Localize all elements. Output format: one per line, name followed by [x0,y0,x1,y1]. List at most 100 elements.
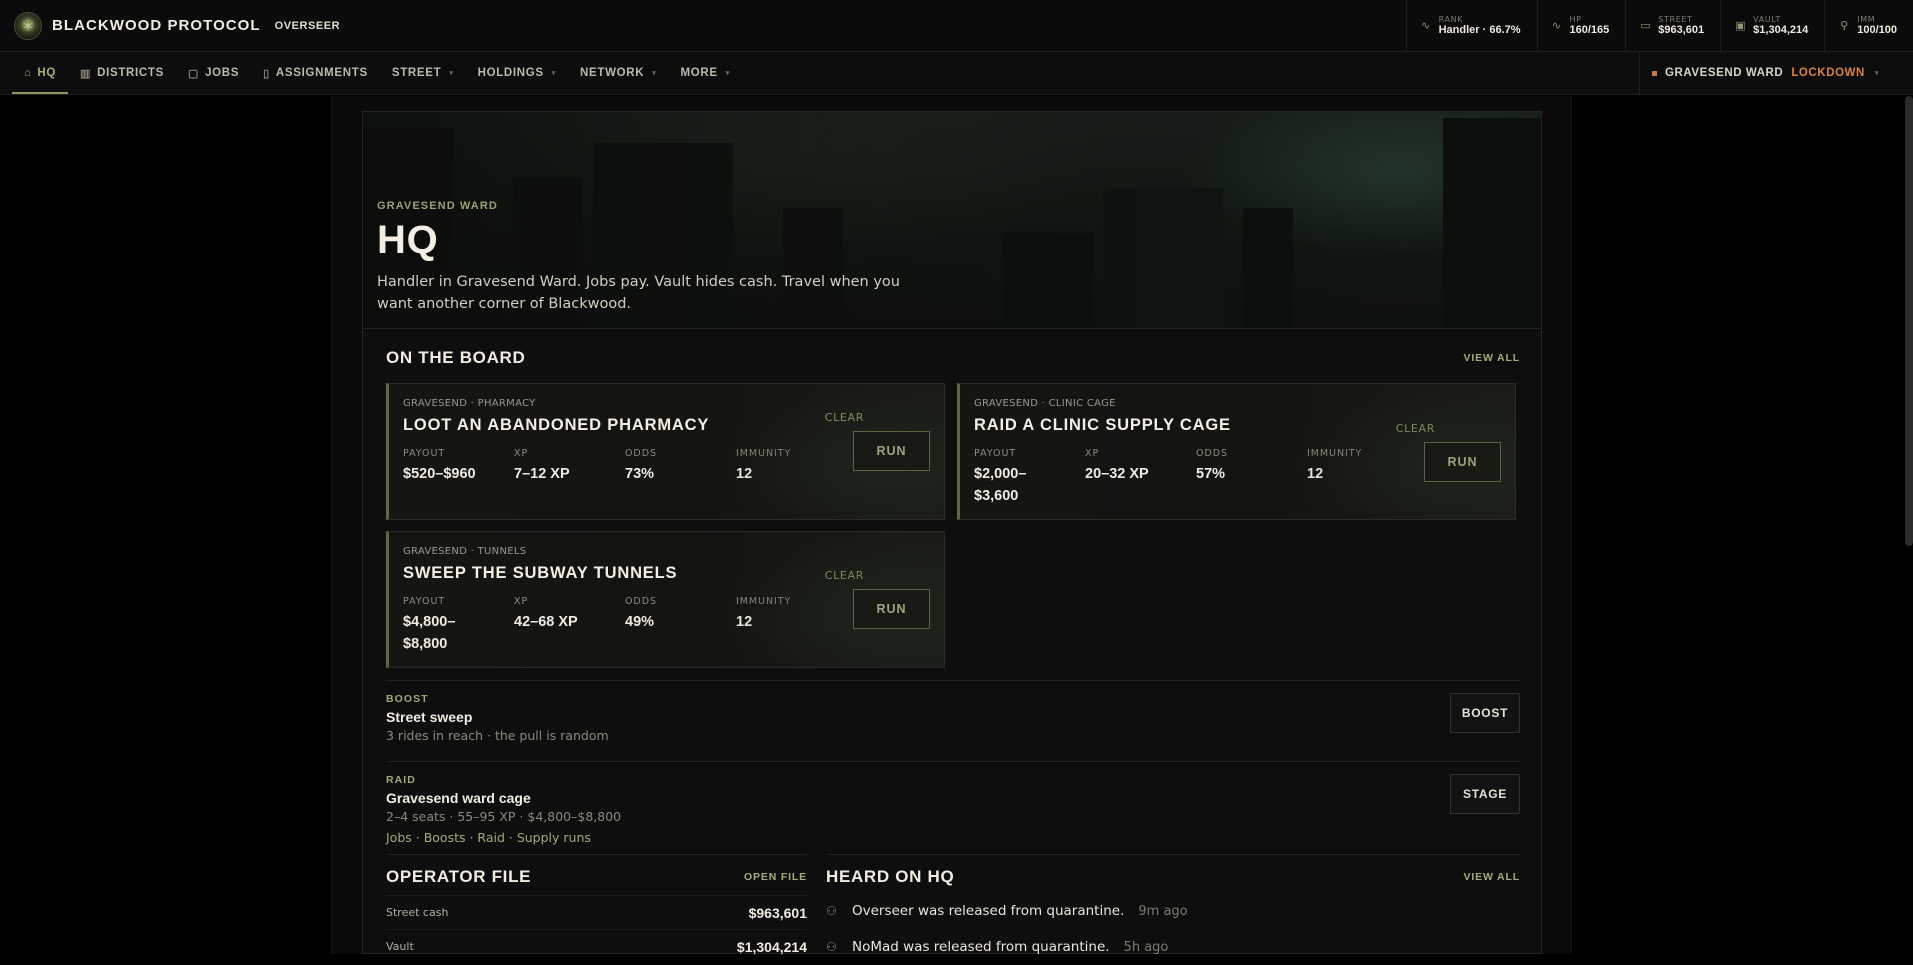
job-xp: 7–12 XP [514,463,625,485]
stat-label: XP [514,596,625,607]
brand-logo-icon: ✶ [14,12,42,40]
stat-value: 100/100 [1857,24,1897,37]
operator-value: $963,601 [749,905,807,921]
job-status: CLEAR [825,411,864,424]
nav-item-assignments[interactable]: ▯ASSIGNMENTS [251,52,380,94]
heard-view-all-link[interactable]: VIEW ALL [1464,871,1521,883]
raid-kicker: RAID [386,774,1520,786]
job-tag: GRAVESEND · CLINIC CAGE [974,398,1116,409]
stat-rank[interactable]: ∿ RANKHandler · 66.7% [1406,0,1537,51]
raid-description: 2–4 seats · 55–95 XP · $4,800–$8,800 [386,809,1520,824]
run-button[interactable]: RUN [853,431,930,471]
main-nav: ⌂HQ ▥DISTRICTS ▢ JOBS ▯ASSIGNMENTS STREET… [0,52,742,94]
pulse-icon: ∿ [1421,19,1431,32]
heartbeat-icon: ∿ [1552,19,1562,32]
job-card: GRAVESEND · TUNNELS SWEEP THE SUBWAY TUN… [386,531,945,668]
feed-message: NoMad was released from quarantine. [852,939,1110,955]
nav-item-jobs[interactable]: ▢ JOBS [176,52,251,94]
raid-title: Gravesend ward cage [386,790,1520,806]
stat-value: $963,601 [1658,24,1704,37]
run-button[interactable]: RUN [853,589,930,629]
brand[interactable]: ✶ BLACKWOOD PROTOCOL OVERSEER [0,12,340,40]
right-gutter [1572,96,1913,954]
nav-item-more[interactable]: MORE▾ [668,52,741,94]
stat-label: IMMUNITY [736,448,847,459]
users-icon: ⚇ [826,940,842,954]
stat-label: STREET [1658,15,1704,24]
stat-label: XP [514,448,625,459]
operator-label: Vault [386,940,414,953]
vault-icon: ▣ [1735,19,1745,32]
nav-item-holdings[interactable]: HOLDINGS▾ [466,52,568,94]
page-title: HQ [377,218,917,263]
nav-label: STREET [392,67,442,79]
job-payout: $4,800–$8,800 [403,611,473,655]
nav-item-districts[interactable]: ▥DISTRICTS [68,52,176,94]
job-xp: 20–32 XP [1085,463,1196,485]
job-odds: 49% [625,611,736,633]
users-icon: ⚇ [826,904,842,918]
stat-value: $1,304,214 [1753,24,1808,37]
nav-item-street[interactable]: STREET ▾ [380,52,466,94]
operator-row: Vault $1,304,214 [386,929,807,963]
operator-file: OPERATOR FILE OPEN FILE Street cash $963… [386,854,807,963]
job-xp: 42–68 XP [514,611,625,633]
feed-time: 9m ago [1138,904,1187,919]
left-gutter [0,96,331,954]
boost-button[interactable]: BOOST [1450,693,1520,733]
nav-bar: ⌂HQ ▥DISTRICTS ▢ JOBS ▯ASSIGNMENTS STREET… [0,52,1913,95]
lockdown-ward: GRAVESEND WARD [1665,67,1783,79]
stat-label: IMM [1857,15,1897,24]
raid-links[interactable]: Jobs · Boosts · Raid · Supply runs [386,830,1520,845]
nav-label: JOBS [205,67,239,79]
nav-item-hq[interactable]: ⌂HQ [12,52,68,94]
run-button[interactable]: RUN [1424,442,1501,482]
stage-button[interactable]: STAGE [1450,774,1520,814]
raid-row: RAID Gravesend ward cage 2–4 seats · 55–… [386,761,1520,853]
briefcase-icon: ▢ [188,67,199,80]
operator-row: Street cash $963,601 [386,895,807,929]
job-odds: 73% [625,463,736,485]
feed-message: Overseer was released from quarantine. [852,903,1124,919]
home-icon: ⌂ [24,67,31,79]
stat-label: IMMUNITY [736,596,847,607]
feed-item: ⚇ NoMad was released from quarantine. 5h… [826,929,1520,965]
board-header: ON THE BOARD VIEW ALL [386,348,1520,368]
job-status: CLEAR [825,569,864,582]
stat-vault[interactable]: ▣ VAULT$1,304,214 [1720,0,1824,51]
stat-label: XP [1085,448,1196,459]
job-card: GRAVESEND · PHARMACY LOOT AN ABANDONED P… [386,383,945,520]
boost-row: BOOST Street sweep 3 rides in reach · th… [386,680,1520,760]
top-bar: ✶ BLACKWOOD PROTOCOL OVERSEER ∿ RANKHand… [0,0,1913,52]
stats-bar: ∿ RANKHandler · 66.7% ∿ HP160/165 ▭ STRE… [1406,0,1913,51]
stat-street[interactable]: ▭ STREET$963,601 [1625,0,1720,51]
caret-down-icon: ▾ [652,69,656,77]
caret-down-icon: ▾ [449,69,453,77]
job-title: LOOT AN ABANDONED PHARMACY [403,416,709,435]
job-title: RAID A CLINIC SUPPLY CAGE [974,416,1231,435]
lockdown-indicator[interactable]: GRAVESEND WARD LOCKDOWN ▾ [1639,52,1913,94]
stat-label: PAYOUT [403,448,514,459]
job-odds: 57% [1196,463,1307,485]
board-title: ON THE BOARD [386,348,525,368]
stat-label: ODDS [625,448,736,459]
open-file-link[interactable]: OPEN FILE [744,871,807,883]
nav-label: MORE [680,67,717,79]
nav-item-network[interactable]: NETWORK▾ [568,52,668,94]
syringe-icon: ⚲ [1839,19,1849,32]
job-immunity: 12 [1307,463,1418,485]
scrollbar[interactable] [1905,96,1913,546]
job-status: CLEAR [1396,422,1435,435]
caret-down-icon: ▾ [552,69,556,77]
map-icon: ▥ [80,67,91,80]
brand-name: BLACKWOOD PROTOCOL [52,17,261,34]
stat-value: Handler · 66.7% [1439,24,1521,37]
job-immunity: 12 [736,611,847,633]
board-view-all-link[interactable]: VIEW ALL [1464,352,1521,364]
stat-immunity[interactable]: ⚲ IMM100/100 [1824,0,1913,51]
hero-banner: GRAVESEND WARD HQ Handler in Gravesend W… [363,112,1541,329]
job-tag: GRAVESEND · TUNNELS [403,546,526,557]
stat-hp[interactable]: ∿ HP160/165 [1537,0,1626,51]
stat-label: PAYOUT [974,448,1085,459]
stat-label: ODDS [625,596,736,607]
